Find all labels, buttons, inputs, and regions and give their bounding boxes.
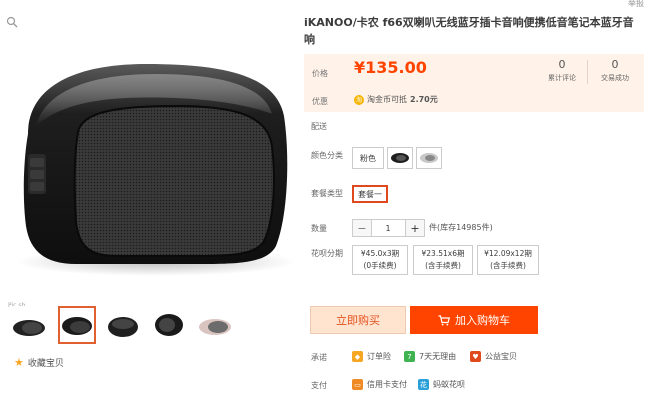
price-value: ¥135.00 (354, 58, 427, 77)
package-option-selected[interactable]: 套餐一 (352, 185, 388, 203)
thumbnail-3[interactable] (104, 306, 142, 344)
price-label: 价格 (312, 69, 328, 78)
thumbnail-2[interactable] (58, 306, 96, 344)
pay-label: 支付 (311, 381, 327, 390)
credit-card-icon: ▭ (352, 379, 363, 390)
thumbnail-5-image (199, 319, 231, 335)
installment-option-3[interactable]: ¥45.0x3期 (0手续费) (352, 245, 408, 275)
delivery-label: 配送 (311, 122, 327, 131)
service-seven-day-return[interactable]: 7 7天无理由 (404, 351, 456, 362)
buy-now-button[interactable]: 立即购买 (310, 306, 406, 334)
service-charity[interactable]: ♥ 公益宝贝 (470, 351, 517, 362)
installment-option-3-amount: ¥45.0x3期 (360, 249, 400, 258)
pay-credit-card[interactable]: ▭ 信用卡支付 (352, 379, 407, 390)
reviews-count: 0 (558, 58, 566, 71)
add-to-cart-label: 加入购物车 (455, 314, 510, 327)
service-order-insurance[interactable]: ◆ 订单险 (352, 351, 391, 362)
pay-huabei-label: 蚂蚁花呗 (433, 380, 465, 389)
coin-amount: 2.70元 (410, 95, 438, 104)
installment-label: 花呗分期 (311, 249, 343, 258)
thumbnail-1-image (13, 320, 45, 336)
installment-option-3-fee: (0手续费) (363, 261, 397, 270)
coin-offer: 淘 淘金币可抵 2.70元 (354, 94, 438, 105)
installment-option-12-amount: ¥12.09x12期 (484, 249, 532, 258)
genuine-icon: ♥ (470, 351, 481, 362)
product-main-image[interactable] (6, 16, 294, 294)
cart-icon (438, 314, 450, 325)
product-title: iKANOO/卡农 f66双喇叭无线蓝牙插卡音响便携低音笔记本蓝牙音响 (304, 16, 634, 46)
package-label: 套餐类型 (311, 189, 343, 198)
sales-label: 交易成功 (601, 74, 629, 82)
reviews-label: 累计评论 (548, 74, 576, 82)
color-option-gray-swatch (420, 153, 438, 163)
installment-option-6[interactable]: ¥23.51x6期 (含手续费) (413, 245, 473, 275)
thumbnail-4-image (155, 314, 183, 336)
shield-icon: ◆ (352, 351, 363, 362)
service-charity-label: 公益宝贝 (485, 352, 517, 361)
add-to-cart-button[interactable]: 加入购物车 (410, 306, 538, 334)
service-order-insurance-label: 订单险 (367, 352, 391, 361)
coin-icon: 淘 (354, 94, 364, 105)
coin-text: 淘金币可抵 (367, 95, 407, 104)
installment-option-6-amount: ¥23.51x6期 (421, 249, 465, 258)
speaker-image (16, 64, 294, 276)
color-label: 颜色分类 (311, 151, 343, 160)
quantity-increment-button[interactable]: + (405, 219, 425, 237)
color-option-pink-label: 粉色 (360, 153, 376, 163)
stat-divider (587, 60, 588, 84)
thumbnail-4[interactable] (150, 306, 188, 344)
package-option-label: 套餐一 (358, 189, 382, 199)
pay-credit-card-label: 信用卡支付 (367, 380, 407, 389)
service-seven-day-label: 7天无理由 (419, 352, 457, 361)
price-panel: 价格 ¥135.00 0 累计评论 0 交易成功 优惠 淘 淘金币可抵 2.70… (304, 54, 644, 112)
favorite-link[interactable]: ★ 收藏宝贝 (14, 356, 64, 369)
reviews-stat[interactable]: 0 累计评论 (537, 58, 587, 83)
quantity-decrement-button[interactable]: − (352, 219, 372, 237)
promo-label: 优惠 (312, 97, 328, 106)
zoom-icon[interactable] (6, 16, 18, 28)
color-option-pink[interactable]: 粉色 (352, 147, 384, 169)
sales-stat: 0 交易成功 (590, 58, 640, 83)
quantity-input[interactable]: 1 (371, 219, 405, 237)
color-option-gray[interactable] (416, 147, 442, 169)
pay-huabei[interactable]: 花 蚂蚁花呗 (418, 379, 465, 390)
huabei-icon: 花 (418, 379, 429, 390)
favorite-label: 收藏宝贝 (27, 359, 64, 369)
thumbnail-5[interactable] (196, 306, 234, 344)
sales-count: 0 (611, 58, 619, 71)
color-option-black-swatch (391, 153, 409, 163)
promise-label: 承诺 (311, 353, 327, 362)
stock-text: 件(库存14985件) (429, 223, 493, 232)
thumbnail-strip: Pic.sb (8, 302, 298, 346)
star-icon: ★ (14, 356, 24, 369)
thumbnail-1[interactable] (10, 306, 48, 344)
quantity-label: 数量 (311, 224, 327, 233)
installment-option-12-fee: (含手续费) (490, 261, 526, 270)
report-link[interactable]: 举报 (628, 0, 644, 9)
installment-option-12[interactable]: ¥12.09x12期 (含手续费) (477, 245, 539, 275)
thumbnail-2-image (62, 317, 92, 335)
thumbnail-3-image (108, 317, 138, 337)
seven-day-icon: 7 (404, 351, 415, 362)
installment-option-6-fee: (含手续费) (425, 261, 461, 270)
color-option-black[interactable] (387, 147, 413, 169)
